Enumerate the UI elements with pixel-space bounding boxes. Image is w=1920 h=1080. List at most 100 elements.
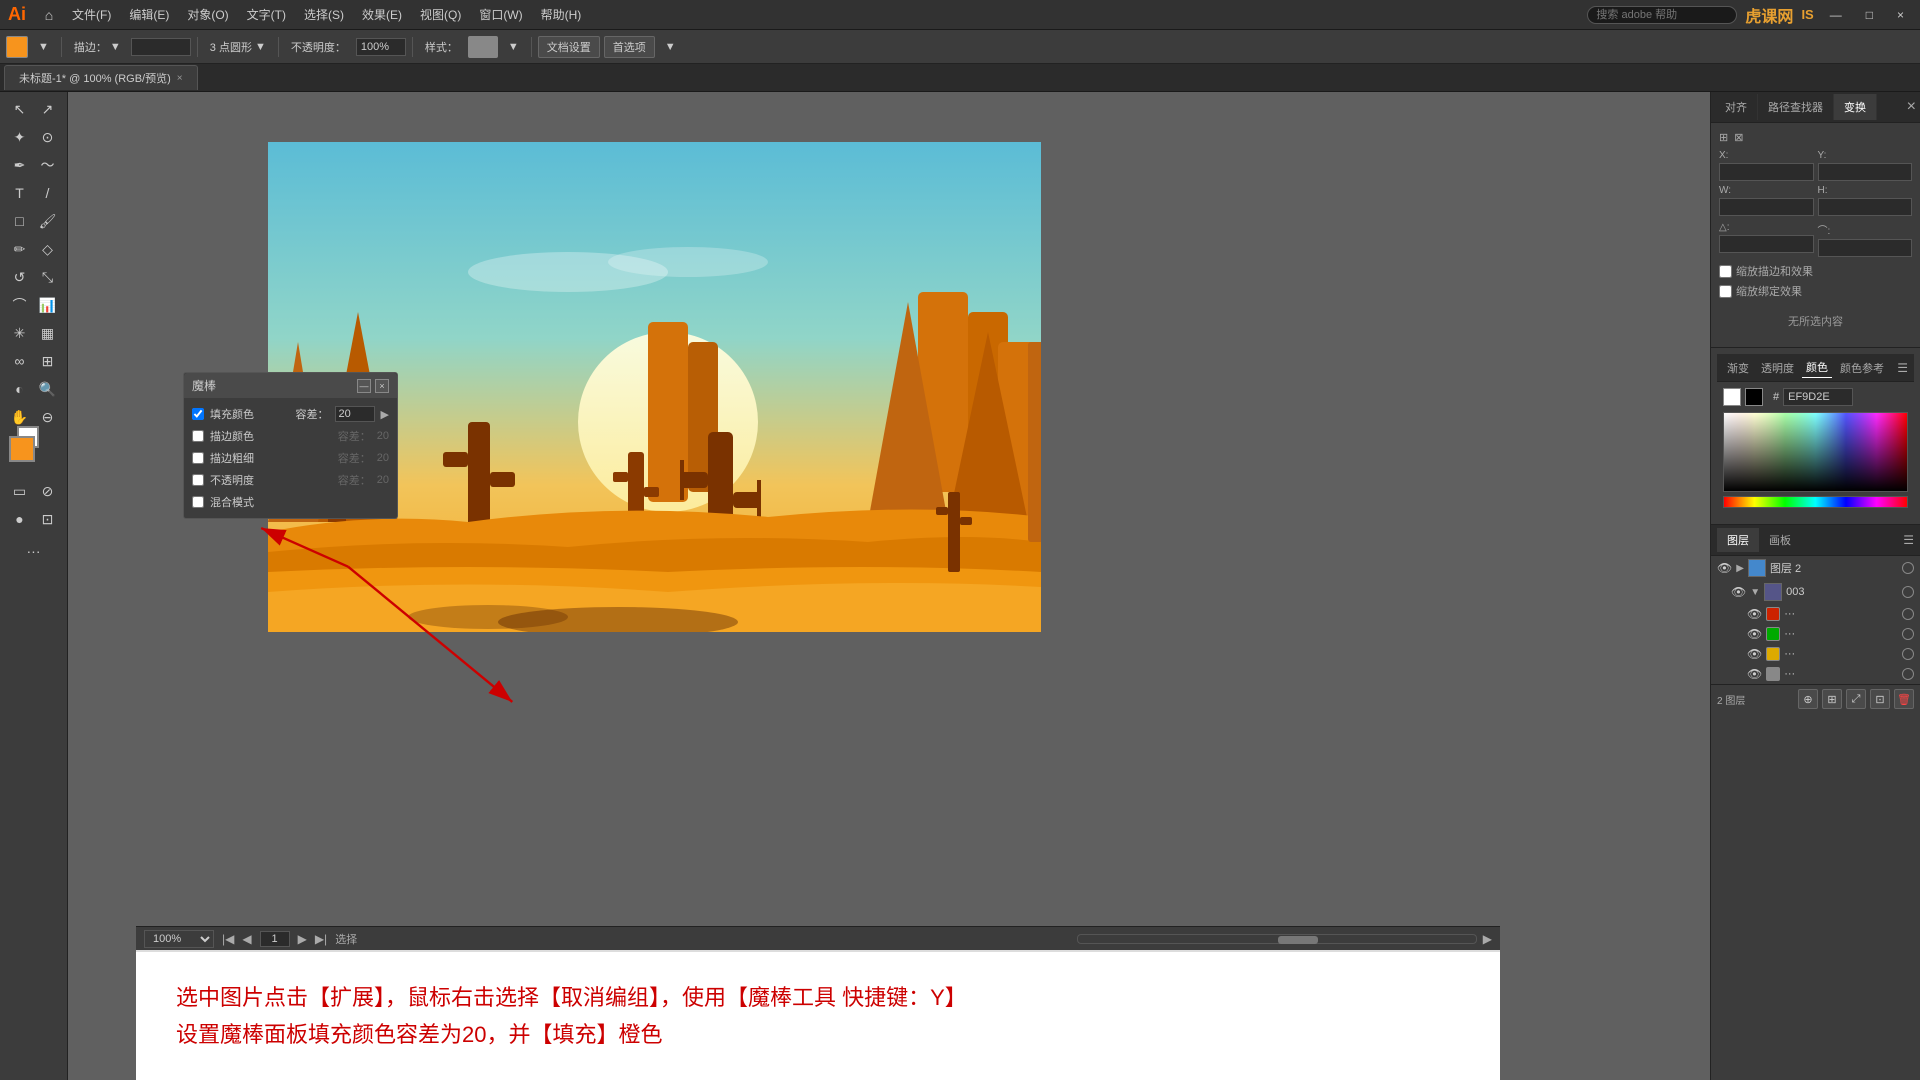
- right-panel-close[interactable]: ×: [1907, 98, 1916, 116]
- scroll-right-btn[interactable]: ▶: [1483, 932, 1492, 946]
- create-layer-btn[interactable]: ⊞: [1822, 689, 1842, 709]
- home-icon[interactable]: ⌂: [36, 2, 62, 28]
- direct-selection-tool[interactable]: ↗: [35, 96, 61, 122]
- nav-next-btn[interactable]: ▶: [298, 932, 307, 946]
- rectangle-tool[interactable]: □: [7, 208, 33, 234]
- transform-ref-icon[interactable]: ⊞: [1719, 131, 1728, 144]
- search-input[interactable]: [1587, 6, 1737, 24]
- color-panel-menu[interactable]: ☰: [1897, 361, 1908, 375]
- delete-layer-btn[interactable]: 🗑: [1894, 689, 1914, 709]
- fill-color-swatch[interactable]: [6, 36, 28, 58]
- tab-close-btn[interactable]: ×: [177, 73, 183, 84]
- layer-item-red[interactable]: 👁 ···: [1711, 604, 1920, 624]
- white-swatch[interactable]: [1723, 388, 1741, 406]
- blend-mode-checkbox[interactable]: [192, 496, 204, 508]
- make-clipping-btn[interactable]: ⊕: [1798, 689, 1818, 709]
- scale-strokes-checkbox[interactable]: [1719, 265, 1732, 278]
- lasso-tool[interactable]: ⊙: [35, 124, 61, 150]
- stroke-color-checkbox[interactable]: [192, 430, 204, 442]
- image-trace[interactable]: ⊞: [35, 348, 61, 374]
- tab-transform[interactable]: 变换: [1834, 94, 1877, 120]
- x-input[interactable]: [1719, 163, 1814, 181]
- window-control-close[interactable]: ×: [1889, 6, 1912, 24]
- layer-item-yellow[interactable]: 👁 ···: [1711, 644, 1920, 664]
- black-swatch[interactable]: [1745, 388, 1763, 406]
- h-scroll-thumb[interactable]: [1278, 936, 1318, 944]
- tab-align[interactable]: 对齐: [1715, 94, 1758, 120]
- rotate-tool[interactable]: ↺: [7, 264, 33, 290]
- tolerance-arrow[interactable]: ▶: [381, 408, 389, 421]
- tab-pathfinder[interactable]: 路径查找器: [1758, 94, 1834, 120]
- nav-first-btn[interactable]: |◀: [222, 932, 234, 946]
- red-visibility[interactable]: 👁: [1747, 607, 1762, 621]
- line-tool[interactable]: /: [35, 180, 61, 206]
- y-input[interactable]: [1818, 163, 1913, 181]
- type-tool[interactable]: T: [7, 180, 33, 206]
- window-control-maximize[interactable]: □: [1858, 6, 1881, 24]
- hue-bar[interactable]: [1723, 496, 1908, 508]
- layer-item-003[interactable]: 👁 ▼ 003: [1711, 580, 1920, 604]
- gradient-tool[interactable]: ◐: [7, 376, 33, 402]
- layer-item-layer2[interactable]: 👁 ▶ 图层 2: [1711, 556, 1920, 580]
- scale-tool[interactable]: ⤡: [35, 264, 61, 290]
- brush-type-selector[interactable]: 3 点圆形 ▼: [204, 37, 272, 57]
- item003-visibility[interactable]: 👁: [1731, 585, 1746, 599]
- paintbrush-tool[interactable]: 🖌: [35, 208, 61, 234]
- stroke-selector[interactable]: ▼: [32, 39, 55, 55]
- w-input[interactable]: [1719, 198, 1814, 216]
- preferences-arrow[interactable]: ▼: [659, 39, 682, 55]
- column-graph-tool[interactable]: ▦: [35, 320, 61, 346]
- menu-object[interactable]: 对象(O): [179, 4, 236, 25]
- yellow-visibility[interactable]: 👁: [1747, 647, 1762, 661]
- graph-tool[interactable]: 📊: [35, 292, 61, 318]
- transform-expand-icon[interactable]: ⊠: [1734, 131, 1743, 144]
- style-arrow[interactable]: ▼: [502, 39, 525, 55]
- panel-minimize-btn[interactable]: —: [357, 379, 371, 393]
- item003-expand[interactable]: ▼: [1750, 587, 1760, 598]
- rotate-input[interactable]: [1719, 235, 1814, 253]
- foreground-color[interactable]: [9, 436, 35, 462]
- zoom-select[interactable]: 100% 50% 200%: [144, 930, 214, 948]
- window-control-minimize[interactable]: —: [1822, 6, 1850, 24]
- tab-transparency[interactable]: 透明度: [1757, 358, 1798, 378]
- stroke-width-input[interactable]: [131, 38, 191, 56]
- document-tab[interactable]: 未标题-1* @ 100% (RGB/预览) ×: [4, 65, 198, 90]
- fill-color-checkbox[interactable]: [192, 408, 204, 420]
- brush-selector[interactable]: 描边： ▼: [68, 37, 127, 57]
- layers-menu-btn[interactable]: ☰: [1903, 533, 1914, 547]
- style-swatch[interactable]: [468, 36, 498, 58]
- layer2-expand[interactable]: ▶: [1736, 563, 1744, 574]
- artboard-tool[interactable]: ⊡: [35, 506, 61, 532]
- green-visibility[interactable]: 👁: [1747, 627, 1762, 641]
- doc-settings-btn[interactable]: 文档设置: [538, 36, 600, 58]
- panel-close-btn[interactable]: ×: [375, 379, 389, 393]
- nav-last-btn[interactable]: ▶|: [315, 932, 327, 946]
- screen-mode-btn[interactable]: ●: [7, 506, 33, 532]
- hex-input[interactable]: [1783, 388, 1853, 406]
- page-input[interactable]: [260, 931, 290, 947]
- shaper-tool[interactable]: ◇: [35, 236, 61, 262]
- symbol-tool[interactable]: ✳: [7, 320, 33, 346]
- tolerance-input[interactable]: [335, 406, 375, 422]
- more-tools-btn[interactable]: ···: [21, 538, 47, 564]
- selection-tool[interactable]: ↖: [7, 96, 33, 122]
- menu-text[interactable]: 文字(T): [239, 4, 294, 25]
- menu-view[interactable]: 视图(Q): [412, 4, 469, 25]
- menu-select[interactable]: 选择(S): [296, 4, 352, 25]
- h-input[interactable]: [1818, 198, 1913, 216]
- tab-layers[interactable]: 图层: [1717, 528, 1759, 552]
- menu-effect[interactable]: 效果(E): [354, 4, 410, 25]
- layer2-visibility[interactable]: 👁: [1717, 561, 1732, 575]
- blend-tool[interactable]: ∞: [7, 348, 33, 374]
- menu-file[interactable]: 文件(F): [64, 4, 119, 25]
- curvature-tool[interactable]: 〜: [35, 152, 61, 178]
- tab-gradient[interactable]: 渐变: [1723, 358, 1753, 378]
- opacity-checkbox[interactable]: [192, 474, 204, 486]
- nav-prev-btn[interactable]: ◀: [242, 932, 251, 946]
- none-mode-btn[interactable]: ⊘: [35, 478, 61, 504]
- preferences-btn[interactable]: 首选项: [604, 36, 655, 58]
- shear-input[interactable]: [1818, 239, 1913, 257]
- pen-tool[interactable]: ✒: [7, 152, 33, 178]
- expand-btn[interactable]: ⤢: [1846, 689, 1866, 709]
- stroke-width-checkbox[interactable]: [192, 452, 204, 464]
